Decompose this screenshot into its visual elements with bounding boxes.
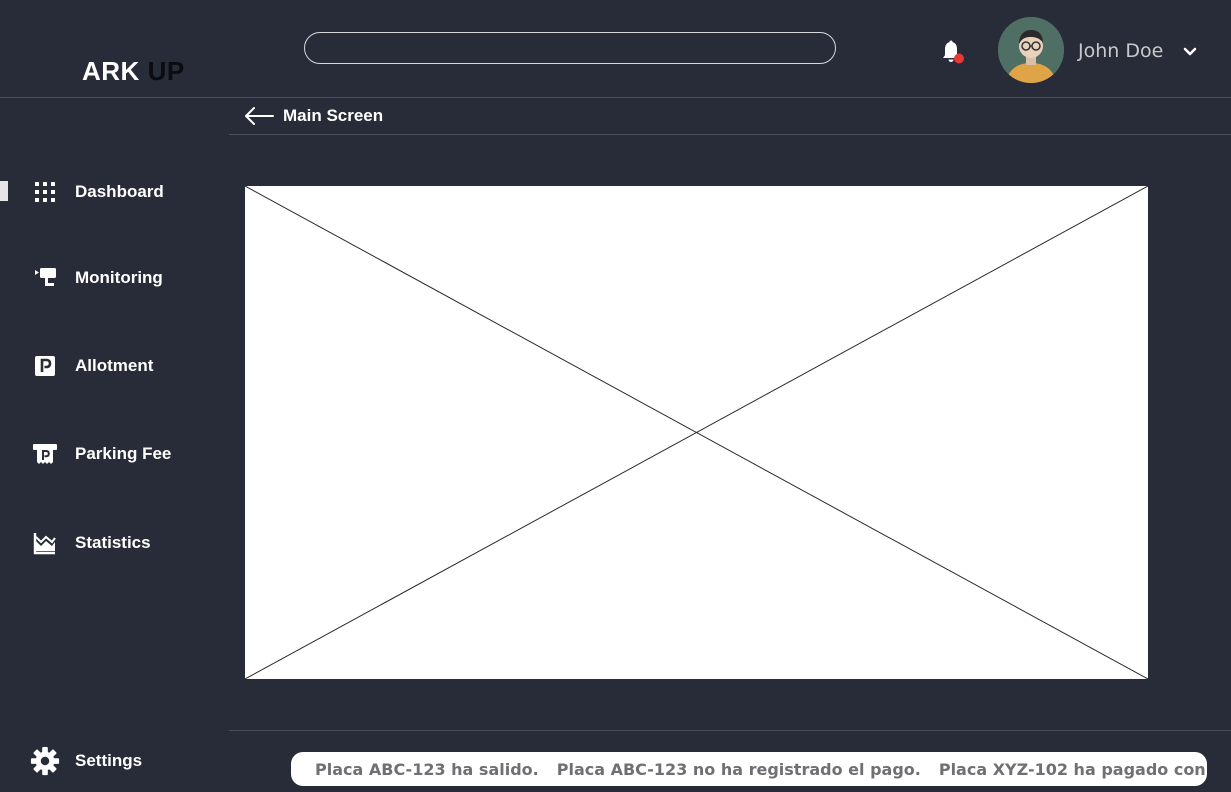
sidebar-item-allotment[interactable]: Allotment — [30, 350, 220, 382]
logo-part-1: ARK — [82, 56, 140, 86]
footer-divider — [229, 730, 1231, 731]
breadcrumb-divider — [229, 134, 1231, 135]
header-divider — [0, 97, 1231, 98]
logo-part-2: UP — [147, 56, 185, 86]
notification-message: Placa ABC-123 no ha registrado el pago. — [556, 759, 921, 779]
settings-label: Settings — [75, 751, 143, 770]
image-placeholder — [244, 185, 1149, 680]
sidebar-item-monitoring[interactable]: Monitoring — [30, 262, 220, 294]
placeholder-cross-icon — [244, 185, 1149, 680]
sidebar-item-label: Monitoring — [75, 268, 163, 287]
user-name[interactable]: John Doe — [1078, 40, 1163, 62]
sidebar-item-statistics[interactable]: Statistics — [30, 527, 220, 559]
notification-message: Placa XYZ-102 ha pagado con éxito. — [938, 759, 1207, 779]
notifications-bell-icon[interactable] — [940, 40, 964, 66]
notification-message: Placa ABC-123 ha salido. — [315, 759, 539, 779]
search-bar[interactable] — [304, 32, 836, 64]
sidebar-item-label: Allotment — [75, 356, 154, 375]
user-menu-chevron-down-icon[interactable] — [1182, 44, 1198, 58]
parking-icon — [30, 351, 60, 381]
sidebar-item-label: Statistics — [75, 533, 151, 552]
notification-ticker: Placa ABC-123 ha salido. Placa ABC-123 n… — [291, 752, 1207, 786]
back-arrow-icon[interactable] — [243, 105, 275, 127]
grid-icon — [30, 177, 60, 207]
sidebar-item-dashboard[interactable]: Dashboard — [30, 176, 220, 208]
user-avatar[interactable] — [998, 17, 1064, 83]
sidebar-item-parking-fee[interactable]: Parking Fee — [30, 438, 220, 470]
sidebar-item-label: Dashboard — [75, 182, 164, 201]
security-camera-icon — [30, 263, 60, 293]
search-input[interactable] — [305, 33, 835, 63]
area-chart-icon — [30, 528, 60, 558]
parking-ticket-icon — [30, 439, 60, 469]
app-logo: ARK UP — [82, 56, 185, 86]
gear-icon — [30, 746, 60, 776]
sidebar-item-settings[interactable]: Settings — [30, 745, 220, 777]
breadcrumb-title[interactable]: Main Screen — [283, 106, 383, 126]
active-nav-indicator — [0, 181, 8, 201]
sidebar-item-label: Parking Fee — [75, 444, 172, 463]
